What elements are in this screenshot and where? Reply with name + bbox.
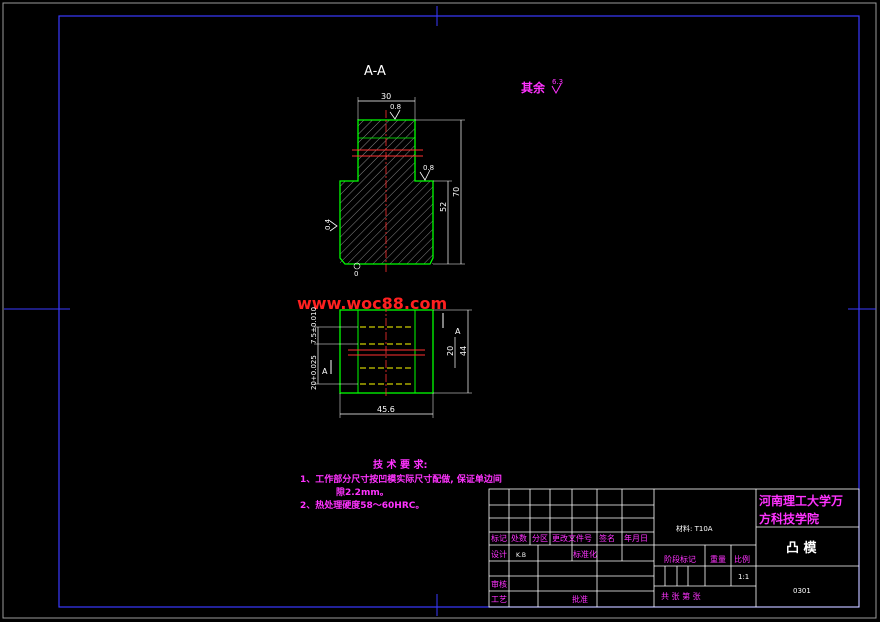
title-block-header-cell: 更改文件号 [552,533,592,543]
section-label: A-A [364,64,386,79]
tech-req-item1: 1、工作部分尺寸按凹模实际尺寸配做, 保证单边间 [300,473,502,485]
dim-small-zero: 0 [354,270,358,278]
plan-view: A A 45.6 44 20 7.5±0.010 20+0.025 [310,304,472,418]
school-name-line1: 河南理工大学万 [758,493,843,508]
dim-left-upper: 7.5±0.010 [310,307,318,344]
scale-value: 1:1 [738,573,749,581]
process-label: 工艺 [491,595,507,604]
roughness-top-icon [389,109,401,120]
title-block-header-cell: 标记 [491,533,507,543]
part-name: 凸 模 [786,540,818,556]
dim-height-lower: 52 [439,202,448,212]
sheet-count: 共 张 第 张 [661,591,701,601]
design-label: 设计 [491,549,507,559]
dim-top-width: 30 [381,92,391,101]
tech-req-item1-cont: 隙2.2mm。 [336,486,389,498]
title-block-header-cell: 年月日 [624,533,648,543]
dim-left-lower: 20+0.025 [310,355,318,390]
tech-req-item2: 2、热处理硬度58～60HRC。 [300,499,424,511]
dim-height-total: 70 [452,187,461,197]
title-block-headers: 标记 处数 分区 更改文件号 签名 年月日 [491,533,648,543]
section-view: 30 0.8 0.8 0.4 70 52 0 [324,92,465,278]
title-block-header-cell: 处数 [511,533,527,543]
dim-right-outer: 44 [459,346,468,356]
section-body-hatch [340,158,433,264]
roughness-side-value: 0.8 [423,164,434,172]
title-block-header-cell: 签名 [599,533,615,543]
plan-outline [339,309,434,394]
roughness-note-value: 6.3 [552,78,563,86]
drawing-border [58,15,860,608]
roughness-top-value: 0.8 [390,103,401,111]
scale-label: 比例 [734,554,750,564]
drawing-number: 0301 [793,587,811,595]
designer-name: K.B [516,552,526,559]
review-label: 审核 [491,579,507,589]
tech-req-title: 技 术 要 求: [373,458,427,471]
weight-label: 重量 [710,554,726,564]
standardize-label: 标准化 [573,549,597,559]
approve-label: 批准 [572,594,588,604]
roughness-note: 其余 [521,80,546,95]
section-marker-left: A [322,367,328,376]
dim-bottom-width: 45.6 [377,405,395,414]
material-label: 材料: T10A [676,524,713,533]
dim-right-inner: 20 [446,346,455,356]
title-block-header-cell: 分区 [532,534,548,543]
cad-drawing: A-A 其余 6.3 30 0.8 0.8 0.4 70 52 0 www.wo… [2,2,877,619]
section-marker-right: A [455,327,461,336]
school-name-line2: 方科技学院 [759,511,819,526]
roughness-left-value: 0.4 [324,218,332,230]
section-top-hatch [358,120,415,158]
stage-mark-label: 阶段标记 [664,554,696,564]
